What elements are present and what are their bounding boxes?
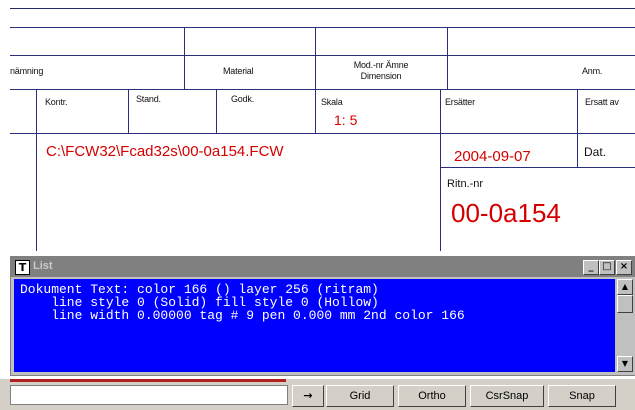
godk-label: Godk. bbox=[231, 94, 255, 104]
app-window: nämning Material Mod.-nr Ämne Dimension … bbox=[0, 0, 635, 410]
ersatter-label: Ersätter bbox=[445, 97, 475, 107]
title-block-line bbox=[10, 27, 635, 28]
ritnr-value: 00-0a154 bbox=[451, 198, 561, 228]
material-label: Material bbox=[223, 66, 254, 76]
canvas-border-top bbox=[10, 8, 635, 9]
title-block-line bbox=[10, 55, 635, 56]
status-bar: → Grid Ortho CsrSnap Snap bbox=[0, 378, 635, 410]
list-window: T List _ □ × Dokument Text: color 166 ()… bbox=[10, 256, 635, 376]
snap-button[interactable]: Snap bbox=[548, 385, 616, 407]
close-button[interactable]: × bbox=[616, 260, 632, 275]
title-block-line bbox=[10, 133, 635, 134]
title-block-line bbox=[440, 167, 635, 168]
drawing-canvas[interactable]: nämning Material Mod.-nr Ämne Dimension … bbox=[10, 8, 635, 251]
command-indicator bbox=[10, 379, 286, 382]
skala-label: Skala bbox=[321, 97, 343, 107]
csrsnap-button[interactable]: CsrSnap bbox=[470, 385, 544, 407]
list-window-titlebar[interactable]: T List _ □ × bbox=[11, 257, 635, 277]
file-path: C:\FCW32\Fcad32s\00-0a154.FCW bbox=[46, 143, 284, 160]
minimize-button[interactable]: _ bbox=[583, 260, 599, 275]
list-scrollbar[interactable]: ▲ ▼ bbox=[617, 279, 633, 372]
benamning-label: nämning bbox=[10, 66, 44, 76]
stand-label: Stand. bbox=[136, 94, 161, 104]
title-block-line bbox=[184, 27, 185, 89]
list-content[interactable]: Dokument Text: color 166 () layer 256 (r… bbox=[14, 279, 615, 372]
title-block-line bbox=[216, 89, 217, 133]
ritnr-label: Ritn.-nr bbox=[447, 178, 484, 190]
dat-label: Dat. bbox=[584, 145, 607, 159]
maximize-button[interactable]: □ bbox=[599, 260, 615, 275]
scroll-up-icon[interactable]: ▲ bbox=[617, 279, 633, 295]
command-input[interactable] bbox=[10, 385, 288, 405]
anm-label: Anm. bbox=[582, 66, 603, 76]
grid-button[interactable]: Grid bbox=[326, 385, 394, 407]
title-block-line bbox=[128, 89, 129, 133]
modnr-label: Mod.-nr Ämne bbox=[353, 60, 409, 70]
ortho-button[interactable]: Ortho bbox=[398, 385, 466, 407]
skala-value: 1: 5 bbox=[334, 112, 358, 128]
title-block-line bbox=[10, 89, 635, 90]
date-value: 2004-09-07 bbox=[454, 148, 531, 165]
title-block-line bbox=[315, 27, 316, 133]
list-window-title: List bbox=[33, 260, 53, 272]
title-block-line bbox=[447, 27, 448, 89]
list-line: line width 0.00000 tag # 9 pen 0.000 mm … bbox=[20, 308, 465, 323]
scroll-thumb[interactable] bbox=[617, 295, 633, 313]
ersatt-av-label: Ersatt av bbox=[585, 97, 619, 107]
kontr-label: Kontr. bbox=[45, 97, 68, 107]
text-tool-icon: T bbox=[15, 260, 30, 275]
dimension-label: Dimension bbox=[360, 71, 402, 81]
title-block-line bbox=[577, 89, 578, 167]
enter-arrow-icon[interactable]: → bbox=[292, 385, 324, 407]
title-block-line bbox=[36, 89, 37, 251]
scroll-down-icon[interactable]: ▼ bbox=[617, 356, 633, 372]
title-block-line bbox=[440, 89, 441, 251]
